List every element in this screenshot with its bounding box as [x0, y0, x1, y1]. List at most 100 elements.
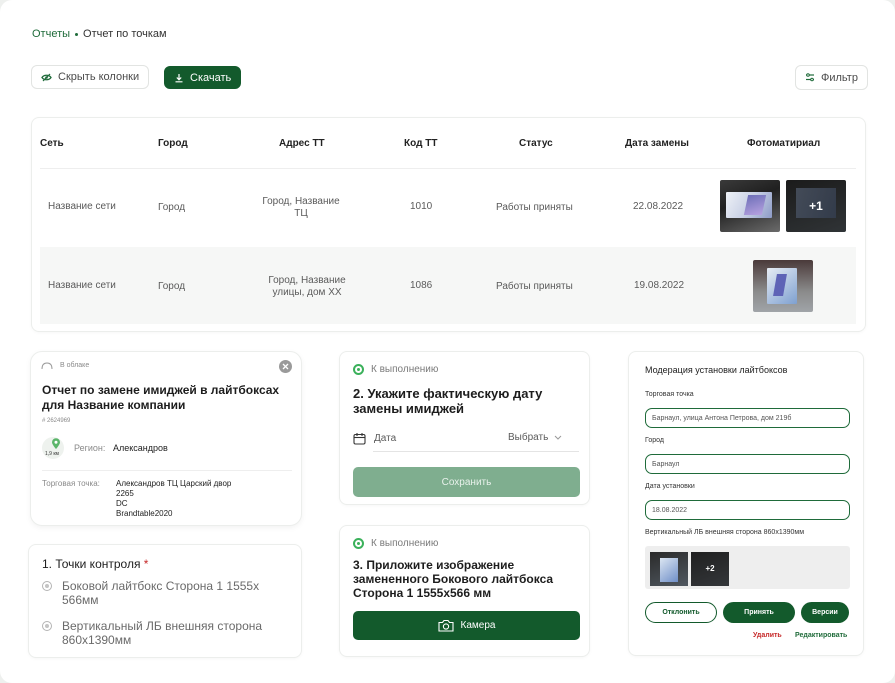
point-field[interactable]: Барнаул, улица Антона Петрова, дом 219б	[645, 408, 850, 428]
task-photo-card: К выполнению 3. Приложите изображение за…	[339, 525, 590, 657]
chevron-down-icon	[554, 435, 562, 440]
point-line: Brandtable2020	[116, 509, 173, 518]
edit-link[interactable]: Редактировать	[795, 632, 847, 639]
checkpoint-item[interactable]: Боковой лайтбокс Сторона 1 1555x 566мм	[62, 579, 288, 607]
col-header-code[interactable]: Код ТТ	[404, 138, 437, 149]
map-pin-icon: 1,9 км	[42, 437, 64, 459]
page: Отчеты Отчет по точкам Скрыть колонки Ск…	[0, 0, 895, 683]
delete-link[interactable]: Удалить	[753, 632, 782, 639]
col-header-date[interactable]: Дата замены	[625, 138, 689, 149]
radio-icon[interactable]	[42, 621, 52, 631]
camera-button[interactable]: Камера	[353, 611, 580, 640]
date-label: Дата	[374, 433, 397, 444]
point-value: Александров ТЦ Царский двор 2265 DC Bran…	[116, 479, 231, 519]
point-label: Торговая точка	[645, 391, 694, 398]
download-button[interactable]: Скачать	[164, 66, 242, 89]
eye-slash-icon	[41, 73, 52, 81]
save-button[interactable]: Сохранить	[353, 467, 580, 497]
city-label: Город	[645, 437, 664, 444]
task-title: 2. Укажите фактическую дату замены имидж…	[353, 386, 543, 416]
radio-icon[interactable]	[42, 581, 52, 591]
photo-thumbnail[interactable]	[720, 180, 780, 232]
region-value: Александров	[113, 443, 168, 453]
checkpoints-card: 1. Точки контроля * Боковой лайтбокс Сто…	[28, 544, 302, 658]
cell-address: Город, Название улицы, дом XX	[258, 275, 356, 299]
date-select-label: Выбрать	[508, 432, 549, 443]
hide-columns-button[interactable]: Скрыть колонки	[31, 65, 150, 89]
city-field[interactable]: Барнаул	[645, 454, 850, 474]
distance: 1,9 км	[45, 451, 59, 457]
calendar-icon	[353, 433, 366, 445]
cell-city: Город	[158, 202, 186, 213]
col-header-network[interactable]: Сеть	[40, 138, 64, 149]
cloud-label: В облаке	[60, 362, 90, 369]
point-line: 2265	[116, 489, 134, 498]
cell-date: 19.08.2022	[634, 280, 685, 291]
breadcrumb: Отчеты Отчет по точкам	[32, 28, 167, 40]
cell-address-line1: Город, Название	[262, 196, 340, 207]
versions-button[interactable]: Версии	[801, 602, 849, 623]
reject-button[interactable]: Отклонить	[645, 602, 717, 623]
cell-network: Название сети	[48, 280, 116, 291]
moderation-card: Модерация установки лайтбоксов Торговая …	[628, 351, 864, 656]
task-status: К выполнению	[371, 364, 439, 375]
cell-address-line1: Город, Название	[268, 275, 346, 286]
cell-status: Работы приняты	[496, 281, 573, 292]
more-photos-count: +2	[705, 564, 715, 573]
accept-button[interactable]: Принять	[723, 602, 795, 623]
close-icon[interactable]	[279, 360, 292, 373]
task-title: 3. Приложите изображение замененного Бок…	[353, 558, 554, 600]
download-label: Скачать	[190, 71, 232, 84]
region-label: Регион:	[74, 443, 106, 453]
col-header-address[interactable]: Адрес ТТ	[279, 138, 325, 149]
point-line: DC	[116, 499, 128, 508]
camera-label: Камера	[460, 620, 496, 631]
filter-button[interactable]: Фильтр	[795, 65, 868, 90]
divider	[42, 470, 292, 471]
photo-more-thumbnail[interactable]: +2	[691, 552, 729, 586]
download-icon	[175, 73, 183, 82]
cell-city: Город	[158, 281, 186, 292]
filter-icon	[806, 73, 814, 82]
point-label: Торговая точка:	[42, 479, 100, 488]
checkpoint-item[interactable]: Вертикальный ЛБ внешняя сторона 860x1390…	[62, 619, 288, 647]
filter-label: Фильтр	[821, 71, 858, 84]
cell-address-line2: ТЦ	[294, 208, 308, 219]
checkpoints-title-text: 1. Точки контроля	[42, 557, 141, 571]
breadcrumb-current: Отчет по точкам	[83, 28, 167, 40]
cell-date: 22.08.2022	[633, 201, 684, 212]
more-photos-count: +1	[809, 199, 823, 213]
report-title: Отчет по замене имиджей в лайтбоксах для…	[42, 383, 280, 412]
date-select[interactable]: Выбрать	[508, 432, 562, 443]
date-field[interactable]: 18.08.2022	[645, 500, 850, 520]
date-label: Дата установки	[645, 483, 695, 490]
cell-address: Город, Название ТЦ	[255, 196, 347, 220]
task-date-card: К выполнению 2. Укажите фактическую дату…	[339, 351, 590, 505]
hide-columns-label: Скрыть колонки	[58, 71, 140, 83]
photo-thumbnail[interactable]	[650, 552, 688, 586]
checkpoints-title: 1. Точки контроля *	[42, 557, 148, 571]
report-id: # 2624969	[42, 418, 71, 424]
status-ring-icon	[353, 364, 364, 375]
cell-address-line2: улицы, дом XX	[272, 287, 342, 298]
col-header-status[interactable]: Статус	[519, 138, 553, 149]
camera-icon	[437, 619, 454, 632]
photos-label: Вертикальный ЛБ внешняя сторона 860x1390…	[645, 529, 805, 536]
status-ring-icon	[353, 538, 364, 549]
cell-network: Название сети	[48, 201, 116, 212]
photo-thumbnail[interactable]	[753, 260, 813, 312]
moderation-title: Модерация установки лайтбоксов	[645, 365, 788, 375]
report-card[interactable]: В облаке Отчет по замене имиджей в лайтб…	[30, 351, 302, 526]
cell-code: 1086	[410, 280, 433, 291]
col-header-photos[interactable]: Фотоматириал	[747, 138, 820, 149]
cloud-icon	[41, 362, 53, 370]
breadcrumb-parent[interactable]: Отчеты	[32, 28, 70, 40]
cell-code: 1010	[410, 201, 433, 212]
header-divider	[40, 168, 856, 169]
cell-status: Работы приняты	[496, 202, 573, 213]
task-status: К выполнению	[371, 538, 439, 549]
photos-area: +2	[645, 546, 850, 589]
photo-more-thumbnail[interactable]: +1	[786, 180, 846, 232]
required-mark: *	[143, 557, 149, 571]
col-header-city[interactable]: Город	[158, 138, 188, 149]
